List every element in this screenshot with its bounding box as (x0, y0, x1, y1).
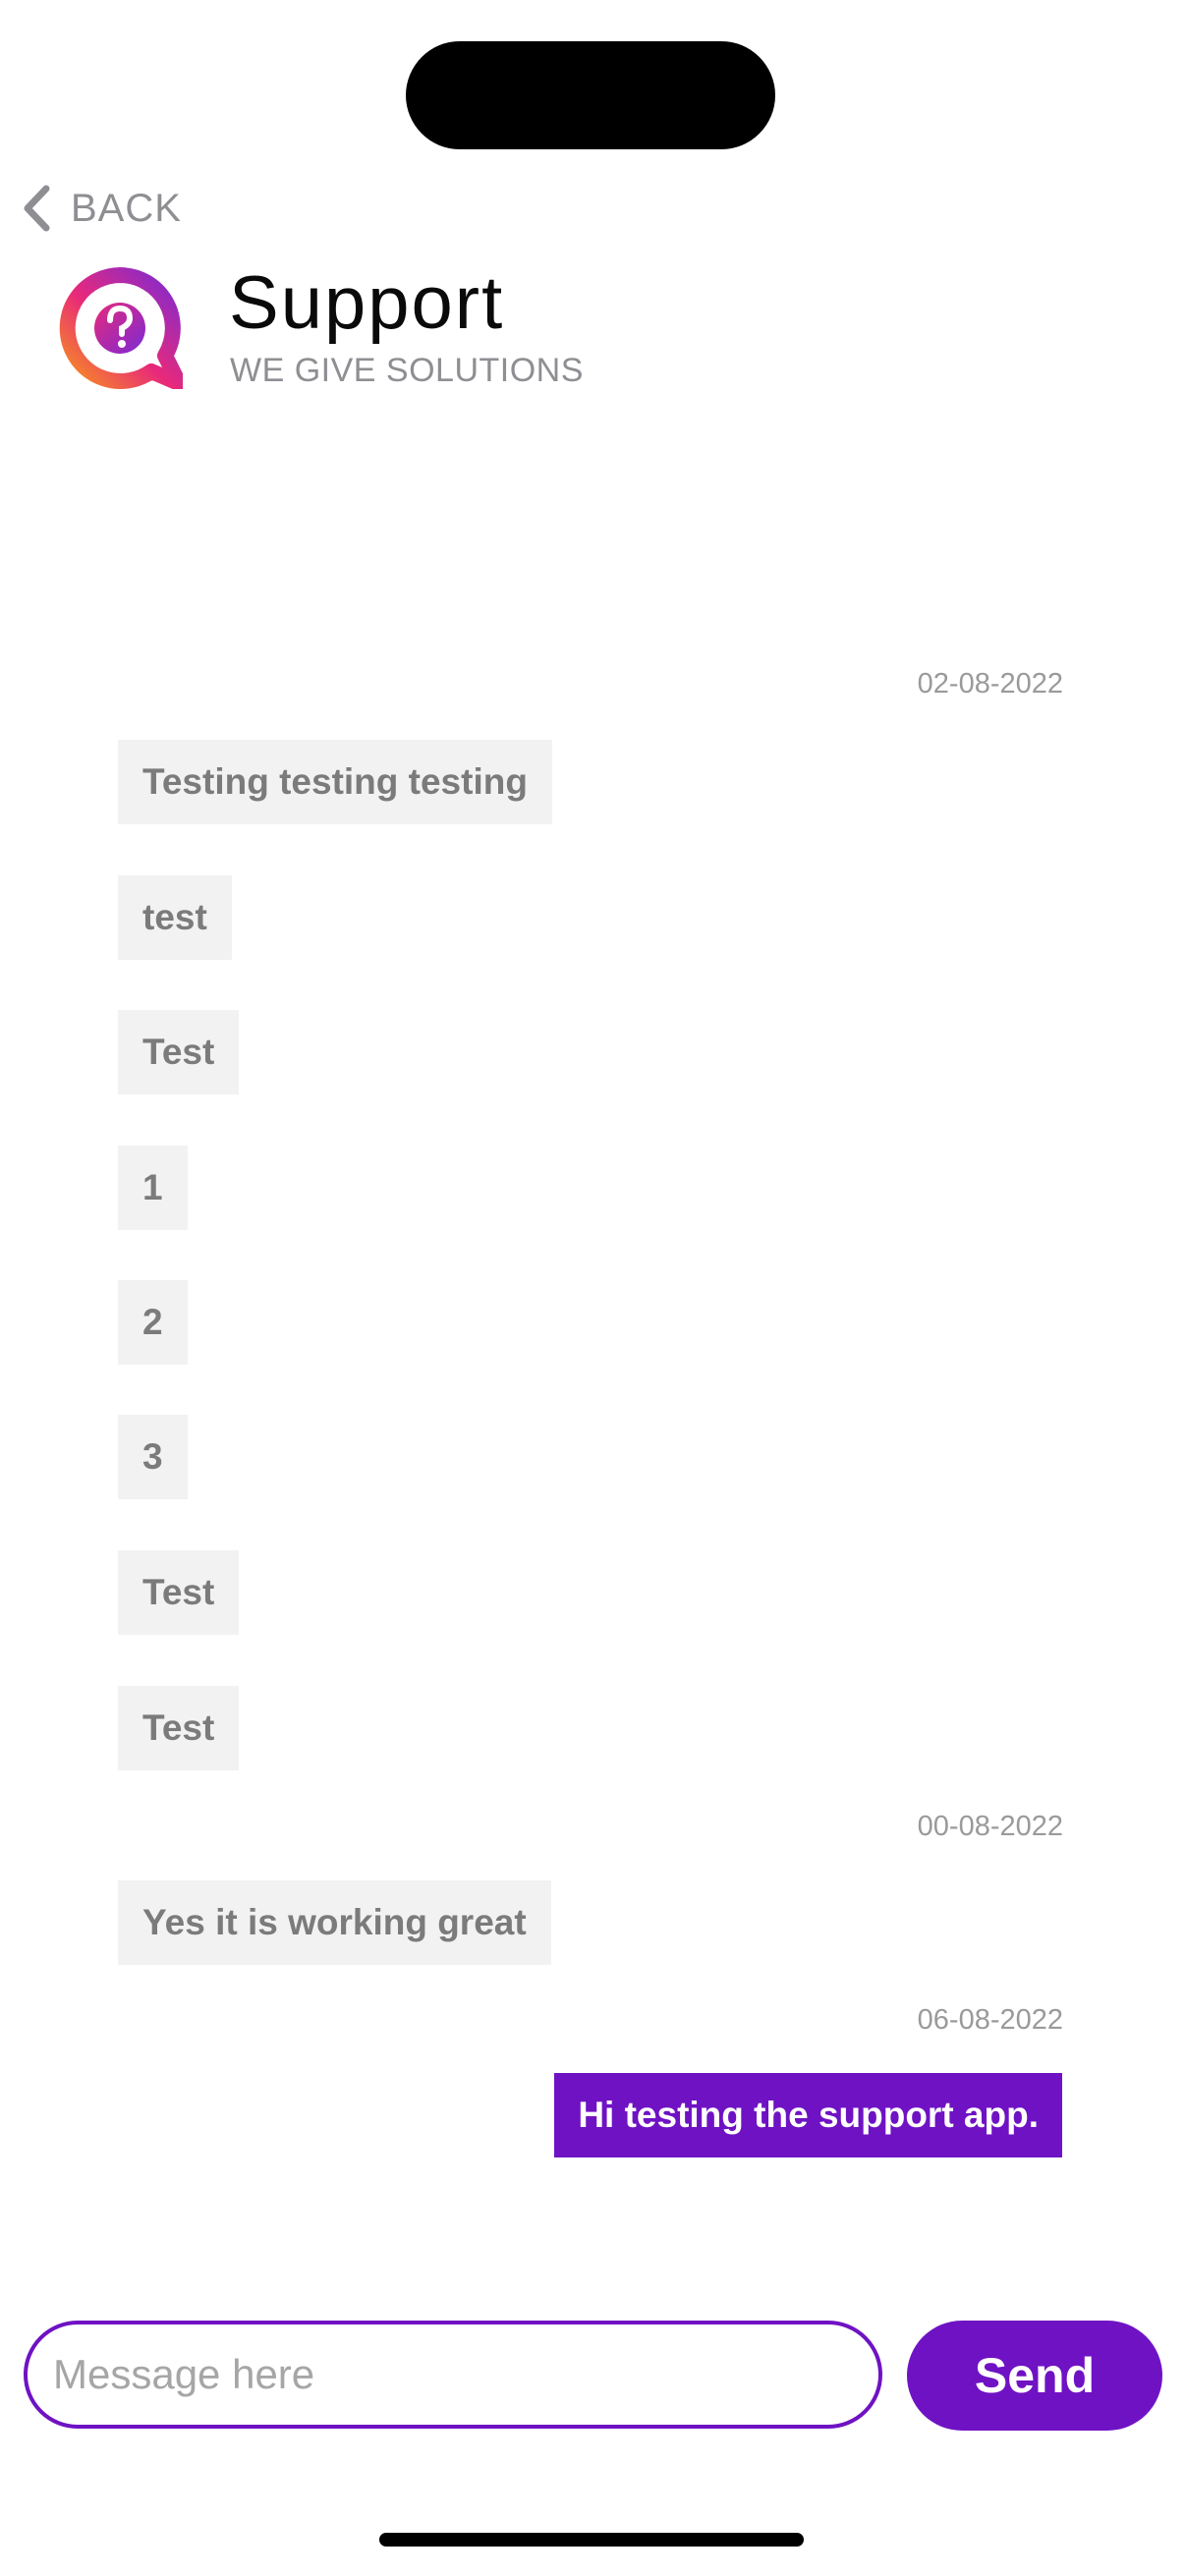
page-title: Support (229, 261, 505, 345)
support-chat-screen: BACK Support WE GIVE SOLUTIONS 02-08-202… (0, 0, 1185, 2576)
page-subtitle: WE GIVE SOLUTIONS (230, 352, 584, 389)
message-date: 06-08-2022 (917, 2004, 1063, 2036)
send-button[interactable]: Send (907, 2321, 1162, 2431)
message-input[interactable] (24, 2321, 882, 2429)
incoming-message: test (118, 875, 232, 960)
dynamic-island (406, 41, 775, 149)
incoming-message: 3 (118, 1415, 188, 1499)
back-button[interactable]: BACK (20, 177, 182, 240)
message-date: 00-08-2022 (917, 1811, 1063, 1842)
incoming-message: Testing testing testing (118, 740, 552, 824)
incoming-message: Yes it is working great (118, 1880, 551, 1965)
support-logo-icon (59, 267, 183, 389)
incoming-message: 2 (118, 1280, 188, 1365)
home-indicator[interactable] (379, 2533, 804, 2547)
chevron-left-icon (24, 185, 50, 232)
incoming-message: Test (118, 1550, 240, 1635)
incoming-message: Test (118, 1686, 240, 1770)
incoming-message: Test (118, 1010, 240, 1094)
incoming-message: 1 (118, 1146, 188, 1230)
outgoing-message: Hi testing the support app. (554, 2073, 1062, 2157)
message-date: 02-08-2022 (917, 668, 1063, 700)
back-label: BACK (71, 186, 182, 230)
